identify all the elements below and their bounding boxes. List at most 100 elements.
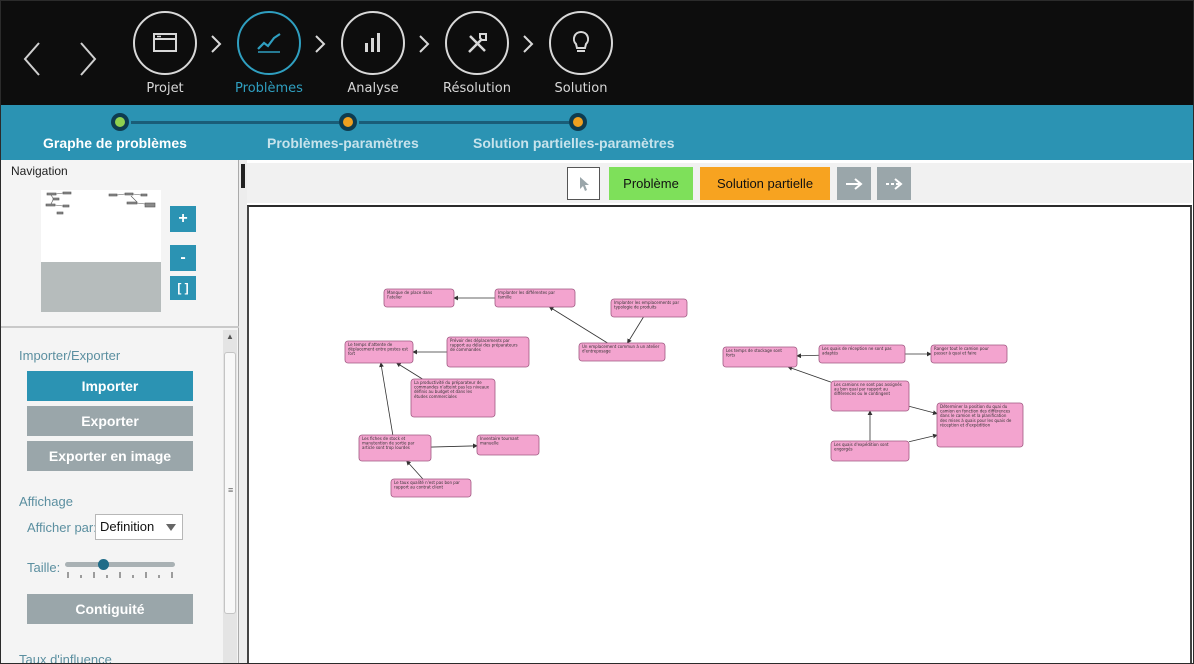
step-projet[interactable]: Projet xyxy=(125,11,205,96)
step-label: Résolution xyxy=(443,81,511,96)
navigation-minimap[interactable] xyxy=(41,190,161,312)
graph-edge[interactable] xyxy=(908,405,938,415)
problem-graph[interactable]: Manque de place dans l'atelier Implanter l… xyxy=(249,207,1190,664)
export-image-button[interactable]: Exporter en image xyxy=(27,441,193,471)
minimap-graph xyxy=(45,191,156,215)
problem-node[interactable]: Implanter les différentes par famille xyxy=(494,288,576,308)
problem-node[interactable]: Implanter les emplacements par typologie … xyxy=(610,298,688,318)
problem-node[interactable]: Inventaire tournant manuelle xyxy=(476,434,540,456)
problem-node[interactable]: Le taux qualité n'est pas bon par rapport… xyxy=(390,478,472,498)
substep-dot-problemes-parametres[interactable] xyxy=(339,113,357,131)
influence-title: Taux d'influence xyxy=(19,652,112,664)
problem-node[interactable]: Les fiches de stock et manutention de sor… xyxy=(358,434,432,462)
influence-section: Taux d'influence xyxy=(19,652,203,664)
grip-icon: ≡ xyxy=(228,485,234,495)
step-problemes[interactable]: Problèmes xyxy=(229,11,309,96)
substep-solution-partielles-parametres[interactable]: Solution partielles-paramètres xyxy=(473,135,675,151)
step-solution[interactable]: Solution xyxy=(541,11,621,96)
top-navigation-bar: Projet Problèmes Analyse Résolution Solu… xyxy=(1,1,1193,105)
problem-node[interactable]: Les camions ne sont pas assignés au bon q… xyxy=(830,380,910,412)
display-by-label: Afficher par: xyxy=(27,520,97,535)
back-button[interactable] xyxy=(19,39,45,79)
contiguity-button[interactable]: Contiguité xyxy=(27,594,193,624)
panel-divider xyxy=(1,326,239,328)
display-by-value: Definition xyxy=(100,519,155,534)
import-button[interactable]: Importer xyxy=(27,371,193,401)
graph-edge[interactable] xyxy=(396,362,423,380)
dashed-arrow-icon xyxy=(886,177,903,190)
splitter-handle[interactable] xyxy=(241,164,245,188)
display-title: Affichage xyxy=(19,494,73,509)
problem-node[interactable]: Manque de place dans l'atelier xyxy=(383,288,455,308)
substep-connector xyxy=(131,121,339,124)
left-panel: Navigation + - [ ] Importer/Exporter Imp… xyxy=(1,160,239,664)
graph-edge[interactable] xyxy=(548,306,608,344)
navigation-title: Navigation xyxy=(11,164,68,178)
problem-node[interactable]: La productivité du préparateur de command… xyxy=(410,378,496,418)
tools-icon xyxy=(445,11,509,75)
substep-dot-graphe[interactable] xyxy=(111,113,129,131)
graph-edge[interactable] xyxy=(379,362,394,436)
add-problem-button[interactable]: Problème xyxy=(609,167,693,200)
step-label: Analyse xyxy=(347,81,399,96)
graph-nodes: Manque de place dans l'atelier Implanter l… xyxy=(344,288,1024,498)
app-window: Projet Problèmes Analyse Résolution Solu… xyxy=(0,0,1194,664)
size-label: Taille: xyxy=(27,560,61,575)
substep-connector xyxy=(359,121,569,124)
cursor-icon xyxy=(579,176,589,191)
size-slider-ticks xyxy=(67,572,173,578)
graph-edge[interactable] xyxy=(627,316,644,344)
zoom-out-button[interactable]: - xyxy=(170,245,196,271)
problem-node[interactable]: Déterminer la position du quai du camion … xyxy=(936,402,1024,448)
dashed-arrow-button[interactable] xyxy=(877,167,911,200)
substep-dot-solution-parametres[interactable] xyxy=(569,113,587,131)
problem-node[interactable]: Prévoir des déplacements par rapport au d… xyxy=(446,336,530,368)
size-slider-handle[interactable] xyxy=(98,559,109,570)
bar-chart-icon xyxy=(341,11,405,75)
add-partial-solution-button[interactable]: Solution partielle xyxy=(700,167,830,200)
minimap-viewport[interactable] xyxy=(41,262,161,312)
settings-scroll-area: Importer/Exporter Importer Exporter Expo… xyxy=(1,330,223,664)
chevron-right-icon xyxy=(523,35,534,53)
graph-canvas[interactable]: Manque de place dans l'atelier Implanter l… xyxy=(247,205,1192,664)
step-label: Projet xyxy=(146,81,184,96)
select-tool-button[interactable] xyxy=(567,167,600,200)
window-icon xyxy=(133,11,197,75)
lightbulb-icon xyxy=(549,11,613,75)
problem-node[interactable]: Les temps de stockage sont forts xyxy=(722,346,798,368)
line-chart-icon xyxy=(237,11,301,75)
import-export-section: Importer/Exporter Importer Exporter Expo… xyxy=(19,348,203,471)
fit-view-button[interactable]: [ ] xyxy=(170,276,196,300)
problem-node[interactable]: Un emplacement commun à un atelier d'entr… xyxy=(578,342,666,362)
scroll-up-arrow-icon[interactable]: ▲ xyxy=(225,332,235,342)
problem-node[interactable]: Les quais de réception ne sont pas adapté… xyxy=(818,344,906,364)
chevron-right-icon xyxy=(211,35,222,53)
graph-edge[interactable] xyxy=(787,366,832,383)
chevron-left-icon xyxy=(23,42,40,76)
chevron-right-icon xyxy=(315,35,326,53)
step-label: Solution xyxy=(554,81,608,96)
graph-edge[interactable] xyxy=(430,443,478,449)
zoom-in-button[interactable]: + xyxy=(170,206,196,232)
graph-toolbar: Problème Solution partielle xyxy=(247,163,1192,203)
settings-scrollbar[interactable]: ▲ ≡ xyxy=(223,330,237,663)
display-by-select[interactable]: Definition xyxy=(95,514,183,540)
display-section: Affichage Afficher par: Definition Taill… xyxy=(19,494,203,654)
step-resolution[interactable]: Résolution xyxy=(437,11,517,96)
size-slider[interactable] xyxy=(65,559,175,570)
graph-edge[interactable] xyxy=(908,433,938,443)
substep-problemes-parametres[interactable]: Problèmes-paramètres xyxy=(267,135,419,151)
problem-node[interactable]: Les quais d'expédition sont engorgés xyxy=(830,440,910,462)
panel-splitter[interactable] xyxy=(239,160,247,663)
graph-edge[interactable] xyxy=(796,353,820,359)
graph-edge[interactable] xyxy=(406,460,424,480)
problem-node[interactable]: Le temps d'attente de déplacement entre p… xyxy=(344,340,414,364)
forward-button[interactable] xyxy=(75,39,101,79)
step-analyse[interactable]: Analyse xyxy=(333,11,413,96)
problem-node[interactable]: Ranger tout le camion pour passer à quai … xyxy=(930,344,1008,364)
export-button[interactable]: Exporter xyxy=(27,406,193,436)
chevron-down-icon xyxy=(166,524,176,531)
substep-graphe-de-problemes[interactable]: Graphe de problèmes xyxy=(43,135,187,151)
solid-arrow-button[interactable] xyxy=(837,167,871,200)
scrollbar-thumb[interactable]: ≡ xyxy=(224,352,236,614)
